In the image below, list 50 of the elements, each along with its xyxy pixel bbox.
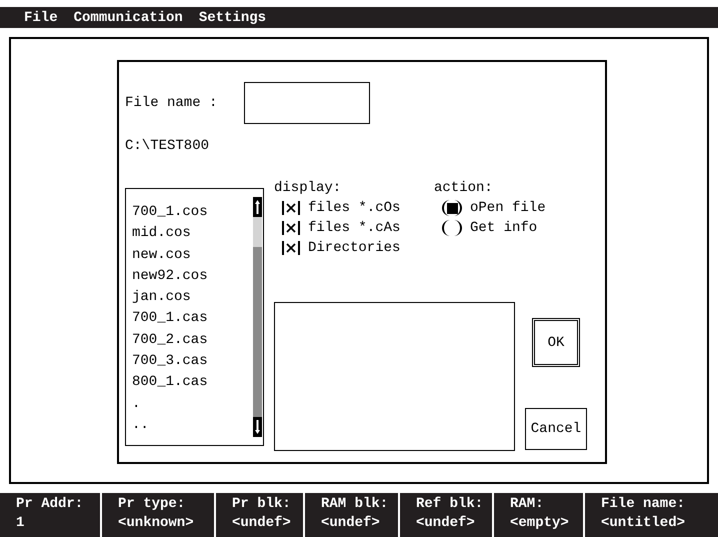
status-value: <undef> bbox=[232, 514, 292, 533]
list-entry[interactable]: 700_1.cas bbox=[132, 308, 253, 330]
list-entry[interactable]: 800_1.cas bbox=[132, 372, 253, 394]
status-label: Pr Addr: bbox=[16, 495, 84, 514]
radio-label: oPen file bbox=[470, 199, 546, 218]
status-label: Pr type: bbox=[118, 495, 186, 514]
radio-button[interactable] bbox=[442, 200, 462, 216]
list-entry[interactable]: new92.cos bbox=[132, 266, 253, 288]
down-arrow-icon[interactable] bbox=[253, 417, 262, 437]
status-label: Ref blk: bbox=[416, 495, 484, 514]
radio-label: Get info bbox=[470, 219, 538, 238]
checkbox-label: files *.cAs bbox=[308, 219, 400, 238]
checkbox[interactable] bbox=[282, 221, 300, 235]
status-value: <unknown> bbox=[118, 514, 195, 533]
menu-item[interactable]: Settings bbox=[198, 8, 266, 28]
file-name-field[interactable] bbox=[244, 82, 370, 124]
list-entry[interactable]: .. bbox=[132, 414, 253, 436]
radio-button[interactable] bbox=[442, 220, 462, 236]
list-entry[interactable]: 700_3.cas bbox=[132, 351, 253, 372]
display-label: display: bbox=[274, 179, 342, 198]
list-entry[interactable]: 700_1.cos bbox=[132, 202, 253, 224]
list-entry[interactable]: mid.cos bbox=[132, 223, 253, 245]
menu-item[interactable]: File bbox=[24, 8, 58, 28]
up-arrow-icon[interactable] bbox=[253, 197, 262, 217]
status-value: <undef> bbox=[416, 514, 476, 533]
status-label: File name: bbox=[601, 495, 686, 514]
action-label: action: bbox=[434, 179, 494, 198]
checkbox[interactable] bbox=[282, 241, 300, 255]
list-entry[interactable]: new.cos bbox=[132, 244, 253, 266]
cancel-button[interactable]: Cancel bbox=[525, 408, 587, 450]
status-label: Pr blk: bbox=[232, 495, 292, 514]
status-label: RAM: bbox=[510, 495, 545, 514]
status-value: <untitled> bbox=[601, 514, 686, 533]
list-entry[interactable]: 700_2.cas bbox=[132, 330, 253, 352]
checkbox-label: Directories bbox=[308, 239, 400, 258]
status-label: RAM blk: bbox=[321, 495, 390, 514]
file-name-label: File name : bbox=[125, 94, 218, 113]
scrollbar[interactable] bbox=[253, 197, 262, 437]
checkbox-label: files *.cOs bbox=[308, 199, 400, 218]
path-text: C:\TEST800 bbox=[125, 137, 210, 156]
ok-button[interactable]: OK bbox=[532, 318, 580, 367]
status-value: <empty> bbox=[510, 514, 570, 533]
file-list[interactable]: 700_1.cos mid.cos new.cos new92.cos jan.cos 700_1.cas 700_2.cas 700_3.cas 800_1.cas . .. bbox=[125, 188, 264, 446]
menu-item[interactable]: Communication bbox=[74, 8, 183, 28]
status-value: <undef> bbox=[321, 514, 381, 533]
checkbox[interactable] bbox=[282, 201, 300, 215]
scroll-thumb[interactable] bbox=[253, 217, 262, 247]
status-value: 1 bbox=[16, 514, 26, 533]
list-entry[interactable]: jan.cos bbox=[132, 287, 253, 308]
list-entry[interactable]: . bbox=[132, 394, 253, 415]
